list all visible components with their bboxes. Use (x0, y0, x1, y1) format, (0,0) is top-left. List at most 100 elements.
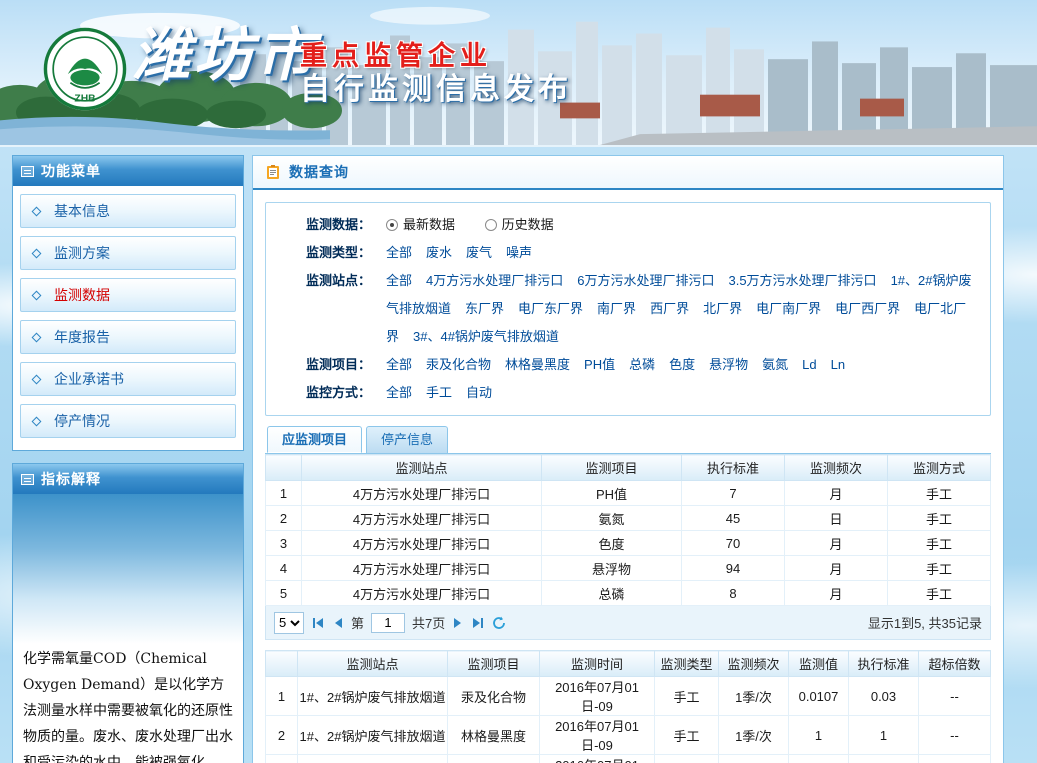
table-header-cell (266, 651, 298, 677)
table-cell: 0.0133 (789, 755, 849, 763)
table-header-row: 监测站点 监测项目 监测时间 监测类型 监测频次 监测值 执行标准 超标倍数 (266, 651, 991, 677)
table-cell: 4万方污水处理厂排污口 (302, 556, 542, 581)
radio-label: 历史数据 (502, 217, 554, 232)
refresh-button[interactable] (492, 616, 506, 630)
table-header-cell: 监测类型 (655, 651, 719, 677)
table-cell: 月 (785, 581, 888, 606)
sidebar-item-basic-info[interactable]: 基本信息 (20, 194, 236, 228)
table-row[interactable]: 2 1#、2#锅炉废气排放烟道 林格曼黑度 2016年07月01日-09 手工 … (266, 716, 991, 755)
filter-option-link[interactable]: Ln (831, 357, 845, 372)
site-title-calligraphy: 潍坊市 (132, 26, 318, 84)
tab-monitor-items[interactable]: 应监测项目 (267, 426, 362, 453)
sidebar-item-monitor-data[interactable]: 监测数据 (20, 278, 236, 312)
menu-title: 功能菜单 (41, 161, 101, 181)
first-page-button[interactable] (311, 617, 325, 629)
table-row[interactable]: 1 1#、2#锅炉废气排放烟道 汞及化合物 2016年07月01日-09 手工 … (266, 677, 991, 716)
table-cell: 70 (682, 531, 785, 556)
tab-shutdown-info[interactable]: 停产信息 (366, 426, 448, 453)
table-cell: 8 (682, 581, 785, 606)
filter-option-link[interactable]: 北厂界 (703, 301, 742, 316)
filter-option-link[interactable]: Ld (802, 357, 816, 372)
filter-option-link[interactable]: 3.5万方污水处理厂排污口 (728, 273, 876, 288)
filter-row-monitor-mode: 监控方式： 全部手工自动 (306, 379, 976, 407)
filter-option-link[interactable]: 电厂西厂界 (835, 301, 900, 316)
table-row[interactable]: 3 3#、4#锅炉废气排放烟道 汞及化合物 2016年07月01日-09 手工 … (266, 755, 991, 763)
radio-latest-data[interactable]: 最新数据 (386, 217, 459, 232)
filter-row-monitor-item: 监测项目： 全部汞及化合物林格曼黑度PH值总磷色度悬浮物氨氮LdLn (306, 351, 976, 379)
filter-option-link[interactable]: 废水 (426, 245, 452, 260)
sidebar-item-label: 企业承诺书 (54, 369, 124, 389)
table-cell: 日 (785, 506, 888, 531)
table-cell: 手工 (888, 581, 991, 606)
page-size-select[interactable]: 5 (274, 612, 304, 634)
filter-option-link[interactable]: 氨氮 (762, 357, 788, 372)
row-number-cell: 4 (266, 556, 302, 581)
content-area: 功能菜单 基本信息 监测方案 监测数据 年度报告 (12, 155, 1000, 763)
sidebar-item-label: 监测数据 (54, 285, 110, 305)
filter-option-link[interactable]: PH值 (584, 357, 615, 372)
filter-option-link[interactable]: 汞及化合物 (426, 357, 491, 372)
filter-option-link[interactable]: 东厂界 (465, 301, 504, 316)
table-row[interactable]: 2 4万方污水处理厂排污口 氨氮 45 日 手工 (266, 506, 991, 531)
table-cell: 1#、2#锅炉废气排放烟道 (298, 716, 448, 755)
filter-label: 监控方式： (306, 379, 386, 407)
sidebar-item-label: 年度报告 (54, 327, 110, 347)
next-page-button[interactable] (452, 617, 464, 629)
prev-page-button[interactable] (332, 617, 344, 629)
table-cell: 色度 (542, 531, 682, 556)
sidebar-item-commitment-letter[interactable]: 企业承诺书 (20, 362, 236, 396)
table-row[interactable]: 5 4万方污水处理厂排污口 总磷 8 月 手工 (266, 581, 991, 606)
last-page-button[interactable] (471, 617, 485, 629)
table-row[interactable]: 3 4万方污水处理厂排污口 色度 70 月 手工 (266, 531, 991, 556)
table-header-row: 监测站点 监测项目 执行标准 监测频次 监测方式 (266, 455, 991, 481)
data-query-header: 数据查询 (253, 156, 1003, 190)
table-row[interactable]: 4 4万方污水处理厂排污口 悬浮物 94 月 手工 (266, 556, 991, 581)
row-number-cell: 2 (266, 506, 302, 531)
table-cell: 月 (785, 481, 888, 506)
table-cell: 4万方污水处理厂排污口 (302, 581, 542, 606)
filter-option-link[interactable]: 3#、4#锅炉废气排放烟道 (413, 329, 559, 344)
filter-option-link[interactable]: 全部 (386, 357, 412, 372)
table-header-cell: 监测频次 (785, 455, 888, 481)
table-row[interactable]: 1 4万方污水处理厂排污口 PH值 7 月 手工 (266, 481, 991, 506)
table-cell: 0.03 (849, 755, 919, 763)
filter-option-link[interactable]: 悬浮物 (709, 357, 748, 372)
filter-option-link[interactable]: 全部 (386, 273, 412, 288)
record-summary: 显示1到5, 共35记录 (868, 613, 982, 632)
filter-label: 监测站点： (306, 267, 386, 351)
filter-option-link[interactable]: 电厂南厂界 (756, 301, 821, 316)
table-cell: 月 (785, 556, 888, 581)
filter-option-link[interactable]: 总磷 (629, 357, 655, 372)
monitor-items-table: 监测站点 监测项目 执行标准 监测频次 监测方式 1 4万方污水处理厂排污口 P… (265, 454, 991, 606)
row-number-cell: 3 (266, 755, 298, 763)
logo-text: ZHB (74, 94, 95, 105)
menu-panel: 功能菜单 基本信息 监测方案 监测数据 年度报告 (12, 155, 244, 451)
sidebar-item-monitor-plan[interactable]: 监测方案 (20, 236, 236, 270)
grid-box: 应监测项目 停产信息 监测站点 监测项目 执行标准 监测频次 监测方式 (265, 426, 991, 640)
filter-option-link[interactable]: 6万方污水处理厂排污口 (577, 273, 714, 288)
page-number-input[interactable] (371, 613, 405, 633)
table-cell: 林格曼黑度 (448, 716, 540, 755)
sidebar-item-shutdown-status[interactable]: 停产情况 (20, 404, 236, 438)
filter-option-link[interactable]: 西厂界 (650, 301, 689, 316)
filter-option-link[interactable]: 色度 (669, 357, 695, 372)
filter-option-link[interactable]: 噪声 (506, 245, 532, 260)
table-cell: 2016年07月01日-09 (540, 716, 655, 755)
radio-history-data[interactable]: 历史数据 (485, 217, 554, 232)
filter-option-link[interactable]: 林格曼黑度 (505, 357, 570, 372)
table-cell: 手工 (655, 716, 719, 755)
filter-option-link[interactable]: 4万方污水处理厂排污口 (426, 273, 563, 288)
diamond-icon (32, 290, 42, 300)
filter-option-link[interactable]: 自动 (466, 385, 492, 400)
filter-option-link[interactable]: 手工 (426, 385, 452, 400)
page-title: 数据查询 (289, 162, 349, 182)
filter-option-link[interactable]: 电厂东厂界 (518, 301, 583, 316)
filter-option-link[interactable]: 废气 (466, 245, 492, 260)
filter-option-link[interactable]: 南厂界 (597, 301, 636, 316)
indicator-panel-header: 指标解释 (13, 464, 243, 494)
sidebar-item-annual-report[interactable]: 年度报告 (20, 320, 236, 354)
filter-option-link[interactable]: 全部 (386, 245, 412, 260)
filter-option-link[interactable]: 全部 (386, 385, 412, 400)
table-cell: 1#、2#锅炉废气排放烟道 (298, 677, 448, 716)
table-cell: 7 (682, 481, 785, 506)
